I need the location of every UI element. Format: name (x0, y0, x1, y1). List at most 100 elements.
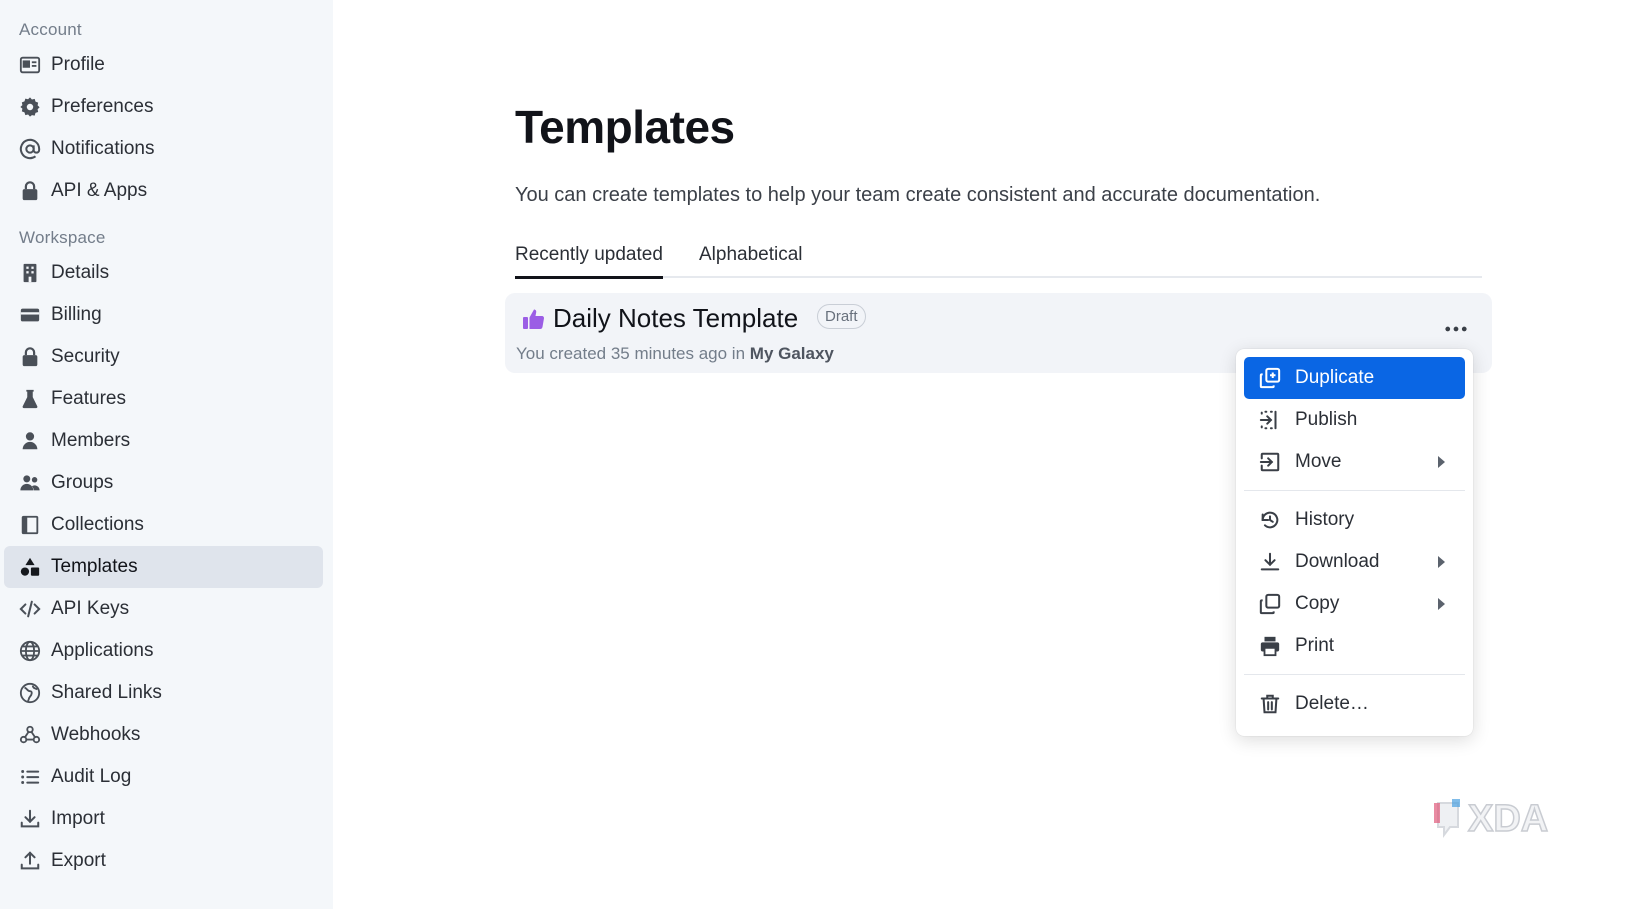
collection-link[interactable]: My Galaxy (750, 344, 834, 363)
xda-logo-icon: XDA (1434, 797, 1549, 841)
sidebar-item-notifications[interactable]: Notifications (4, 128, 323, 170)
sidebar-item-templates[interactable]: Templates (4, 546, 323, 588)
template-meta-text: You created 35 minutes ago in (516, 344, 746, 363)
menu-item-label: Copy (1295, 593, 1340, 614)
page-title: Templates (515, 101, 735, 153)
code-icon (18, 597, 42, 621)
menu-item-label: Print (1295, 635, 1335, 656)
lock-icon (18, 179, 42, 203)
sidebar-item-label: Billing (51, 304, 102, 325)
sidebar-item-import[interactable]: Import (4, 798, 323, 840)
context-menu: Duplicate Publish Move History Download … (1236, 349, 1473, 736)
tab-recently-updated[interactable]: Recently updated (515, 244, 663, 279)
sidebar-item-features[interactable]: Features (4, 378, 323, 420)
download-icon (1258, 550, 1282, 574)
chevron-right-icon (1438, 456, 1445, 468)
sidebar-item-label: Applications (51, 640, 154, 661)
move-icon (1258, 450, 1282, 474)
sidebar-item-label: Collections (51, 514, 144, 535)
sidebar-item-shared-links[interactable]: Shared Links (4, 672, 323, 714)
list-icon (18, 765, 42, 789)
sidebar-item-billing[interactable]: Billing (4, 294, 323, 336)
menu-divider (1244, 674, 1465, 675)
menu-item-label: History (1295, 509, 1355, 530)
menu-item-print[interactable]: Print (1244, 625, 1465, 667)
sidebar-item-label: Preferences (51, 96, 154, 117)
menu-item-label: Download (1295, 551, 1380, 572)
gear-icon (18, 95, 42, 119)
template-title[interactable]: Daily Notes Template (553, 303, 798, 334)
menu-item-history[interactable]: History (1244, 499, 1465, 541)
sidebar-item-label: Members (51, 430, 131, 451)
sidebar-item-webhooks[interactable]: Webhooks (4, 714, 323, 756)
history-icon (1258, 508, 1282, 532)
sidebar-item-preferences[interactable]: Preferences (4, 86, 323, 128)
sidebar-item-api-keys[interactable]: API Keys (4, 588, 323, 630)
section-title-account: Account (19, 20, 82, 39)
sidebar-item-profile[interactable]: Profile (4, 44, 323, 86)
template-meta: You created 35 minutes ago in My Galaxy (516, 344, 834, 364)
menu-item-label: Move (1295, 451, 1342, 472)
sidebar-item-label: Templates (51, 556, 138, 577)
download-icon (18, 807, 42, 831)
svg-text:XDA: XDA (1468, 798, 1548, 840)
shapes-icon (18, 555, 42, 579)
sidebar-item-details[interactable]: Details (4, 252, 323, 294)
sidebar-item-label: Details (51, 262, 110, 283)
sidebar-item-label: Profile (51, 54, 105, 75)
globe-icon (18, 639, 42, 663)
sidebar: Account Profile Preferences Notification… (0, 0, 333, 909)
menu-item-duplicate[interactable]: Duplicate (1244, 357, 1465, 399)
status-badge: Draft (817, 304, 866, 329)
tab-alphabetical[interactable]: Alphabetical (699, 244, 803, 276)
sidebar-item-label: API Keys (51, 598, 130, 619)
menu-item-delete[interactable]: Delete… (1244, 683, 1465, 725)
at-sign-icon (18, 137, 42, 161)
beaker-icon (18, 387, 42, 411)
sidebar-item-label: Audit Log (51, 766, 132, 787)
sidebar-item-audit-log[interactable]: Audit Log (4, 756, 323, 798)
menu-item-label: Duplicate (1295, 367, 1375, 388)
sidebar-item-collections[interactable]: Collections (4, 504, 323, 546)
sidebar-item-security[interactable]: Security (4, 336, 323, 378)
page-description: You can create templates to help your te… (515, 184, 1321, 206)
sidebar-item-label: Groups (51, 472, 114, 493)
sidebar-item-api-apps[interactable]: API & Apps (4, 170, 323, 212)
menu-item-download[interactable]: Download (1244, 541, 1465, 583)
sidebar-item-label: Import (51, 808, 105, 829)
more-options-button[interactable] (1440, 317, 1472, 341)
chevron-right-icon (1438, 598, 1445, 610)
menu-item-publish[interactable]: Publish (1244, 399, 1465, 441)
menu-item-move[interactable]: Move (1244, 441, 1465, 483)
xda-watermark: XDA (1432, 793, 1590, 843)
sidebar-item-label: Export (51, 850, 106, 871)
sidebar-item-groups[interactable]: Groups (4, 462, 323, 504)
sidebar-item-label: Features (51, 388, 126, 409)
globe-link-icon (18, 681, 42, 705)
webhook-icon (18, 723, 42, 747)
duplicate-icon (1258, 366, 1282, 390)
sidebar-item-label: API & Apps (51, 180, 148, 201)
sidebar-item-label: Webhooks (51, 724, 141, 745)
ellipsis-icon (1445, 326, 1467, 332)
sidebar-item-members[interactable]: Members (4, 420, 323, 462)
sidebar-item-label: Notifications (51, 138, 155, 159)
menu-item-copy[interactable]: Copy (1244, 583, 1465, 625)
credit-card-icon (18, 303, 42, 327)
lock-icon (18, 345, 42, 369)
publish-icon (1258, 408, 1282, 432)
group-icon (18, 471, 42, 495)
tab-bar: Recently updated Alphabetical (515, 240, 1482, 279)
sidebar-item-export[interactable]: Export (4, 840, 323, 882)
building-icon (18, 261, 42, 285)
section-title-workspace: Workspace (19, 228, 106, 247)
menu-item-label: Publish (1295, 409, 1358, 430)
sidebar-item-label: Shared Links (51, 682, 162, 703)
printer-icon (1258, 634, 1282, 658)
profile-card-icon (18, 53, 42, 77)
sidebar-item-label: Security (51, 346, 120, 367)
menu-item-label: Delete… (1295, 693, 1369, 714)
menu-divider (1244, 490, 1465, 491)
sidebar-item-applications[interactable]: Applications (4, 630, 323, 672)
copy-icon (1258, 592, 1282, 616)
